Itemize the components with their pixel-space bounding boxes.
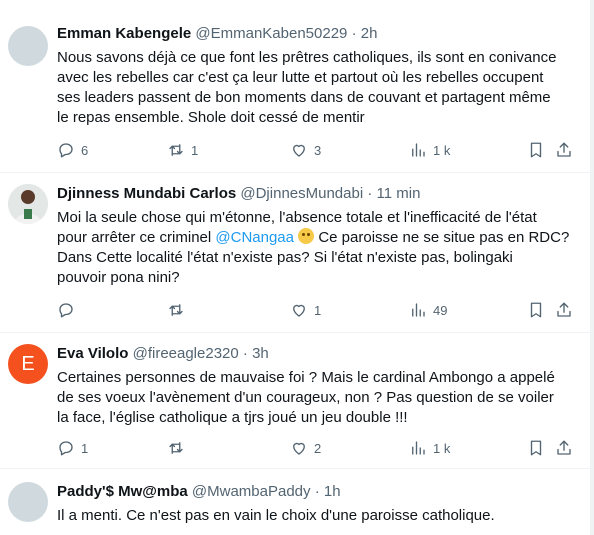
share-button[interactable]	[555, 438, 573, 458]
tweet-text-line: Certaines personnes de mauvaise foi ? Ma…	[57, 369, 555, 386]
tweet-emman-kabengele[interactable]: Emman Kabengele @EmmanKaben50229 · 2h No…	[0, 0, 590, 173]
tweet-paddy-mwamba[interactable]: Paddy'$ Mw@mba @MwambaPaddy · 1h Il a me…	[0, 468, 590, 535]
reply-button[interactable]: 6	[57, 140, 88, 160]
separator-dot: ·	[314, 483, 320, 500]
avatar[interactable]	[8, 184, 48, 224]
tweet-text-line: de ses voeux l'avènement d'un courageux,…	[57, 389, 554, 406]
tweet-text-line: le repas ensemble. Shole doit cessé de m…	[57, 109, 365, 126]
mention-link[interactable]: @CNangaa	[215, 229, 294, 246]
timestamp[interactable]: 1h	[324, 483, 341, 500]
like-button[interactable]: 1	[290, 300, 321, 320]
reply-feed: Emman Kabengele @EmmanKaben50229 · 2h No…	[0, 0, 594, 535]
view-count: 1 k	[433, 142, 451, 158]
share-icon	[555, 301, 573, 319]
bookmark-icon	[527, 439, 545, 457]
reply-count: 6	[81, 142, 89, 158]
separator-dot: ·	[351, 25, 357, 42]
reply-count: 1	[81, 440, 89, 456]
author-handle[interactable]: @DjinnesMundabi	[240, 185, 363, 202]
views-button[interactable]: 49	[409, 300, 447, 320]
action-bar: 1 2 1 k	[57, 438, 577, 458]
tweet-text-line: la face, l'église catholique a tjrs joué…	[57, 409, 408, 426]
share-icon	[555, 141, 573, 159]
tweet-text-line: Moi la seule chose qui m'étonne, l'absen…	[57, 209, 537, 226]
action-bar: 6 1 3 1 k	[57, 140, 577, 160]
timestamp[interactable]: 11 min	[377, 185, 421, 202]
author-name[interactable]: Eva Vilolo	[57, 345, 128, 362]
author-handle[interactable]: @EmmanKaben50229	[195, 25, 347, 42]
tweet-text-line: pouvoir pona nini?	[57, 269, 180, 286]
like-count: 1	[314, 302, 322, 318]
views-icon	[409, 439, 427, 457]
author-name[interactable]: Paddy'$ Mw@mba	[57, 483, 188, 500]
views-icon	[409, 141, 427, 159]
retweet-icon	[167, 141, 185, 159]
author-handle[interactable]: @MwambaPaddy	[192, 483, 311, 500]
tweet-text-segment: pour arrêter ce criminel	[57, 229, 216, 246]
bookmark-button[interactable]	[527, 300, 545, 320]
tweet-header: Paddy'$ Mw@mba @MwambaPaddy · 1h	[57, 482, 578, 502]
retweet-count: 1	[191, 142, 199, 158]
like-button[interactable]: 2	[290, 438, 321, 458]
timestamp[interactable]: 3h	[252, 345, 269, 362]
tweet-header: Djinness Mundabi Carlos @DjinnesMundabi …	[57, 184, 578, 204]
reply-icon	[57, 439, 75, 457]
tweet-text-segment: Ce paroisse ne se situe pas en RDC?	[314, 229, 570, 246]
tweet-text-line: avec les rebelles car c'est ça leur lutt…	[57, 69, 544, 86]
tweet-text: Moi la seule chose qui m'étonne, l'absen…	[57, 208, 577, 288]
tweet-text: Nous savons déjà ce que font les prêtres…	[57, 48, 577, 128]
bookmark-button[interactable]	[527, 438, 545, 458]
share-icon	[555, 439, 573, 457]
separator-dot: ·	[367, 185, 373, 202]
view-count: 1 k	[433, 440, 451, 456]
like-count: 2	[314, 440, 322, 456]
share-button[interactable]	[555, 140, 573, 160]
thinking-emoji-icon	[298, 228, 315, 244]
like-icon	[290, 439, 308, 457]
like-icon	[290, 301, 308, 319]
tweet-header: Emman Kabengele @EmmanKaben50229 · 2h	[57, 24, 578, 44]
bookmark-icon	[527, 141, 545, 159]
action-bar: 1 49	[57, 300, 577, 320]
like-count: 3	[314, 142, 322, 158]
scroll-edge	[590, 0, 594, 535]
timestamp[interactable]: 2h	[361, 25, 378, 42]
tweet-text-line: ses leaders passent de bon moments dans …	[57, 89, 551, 106]
view-count: 49	[433, 302, 448, 318]
tweet-djinness-mundabi[interactable]: Djinness Mundabi Carlos @DjinnesMundabi …	[0, 172, 590, 333]
reply-button[interactable]	[57, 300, 81, 320]
like-icon	[290, 141, 308, 159]
views-button[interactable]: 1 k	[409, 438, 450, 458]
avatar[interactable]	[8, 482, 48, 522]
reply-button[interactable]: 1	[57, 438, 88, 458]
retweet-icon	[167, 301, 185, 319]
avatar[interactable]: E	[8, 344, 48, 384]
views-button[interactable]: 1 k	[409, 140, 450, 160]
views-icon	[409, 301, 427, 319]
tweet-header: Eva Vilolo @fireeagle2320 · 3h	[57, 344, 578, 364]
tweet-text-line: pour arrêter ce criminel @CNangaa Ce par…	[57, 228, 577, 248]
tweet-text-line: Nous savons déjà ce que font les prêtres…	[57, 49, 557, 66]
share-button[interactable]	[555, 300, 573, 320]
author-handle[interactable]: @fireeagle2320	[133, 345, 239, 362]
separator-dot: ·	[242, 345, 248, 362]
reply-icon	[57, 301, 75, 319]
tweet-text: Il a menti. Ce n'est pas en vain le choi…	[57, 506, 577, 526]
like-button[interactable]: 3	[290, 140, 321, 160]
avatar[interactable]	[8, 26, 48, 66]
retweet-icon	[167, 439, 185, 457]
retweet-button[interactable]: 1	[167, 140, 198, 160]
tweet-text-line: Dans Cette localité l'état n'existe pas?…	[57, 249, 513, 266]
tweet-text: Certaines personnes de mauvaise foi ? Ma…	[57, 368, 577, 428]
author-name[interactable]: Djinness Mundabi Carlos	[57, 185, 236, 202]
tweet-text-line: Il a menti. Ce n'est pas en vain le choi…	[57, 507, 495, 524]
tweet-eva-vilolo[interactable]: E Eva Vilolo @fireeagle2320 · 3h Certain…	[0, 332, 590, 469]
retweet-button[interactable]	[167, 438, 191, 458]
retweet-button[interactable]	[167, 300, 191, 320]
bookmark-button[interactable]	[527, 140, 545, 160]
bookmark-icon	[527, 301, 545, 319]
author-name[interactable]: Emman Kabengele	[57, 25, 191, 42]
profile-photo	[8, 184, 48, 224]
reply-icon	[57, 141, 75, 159]
